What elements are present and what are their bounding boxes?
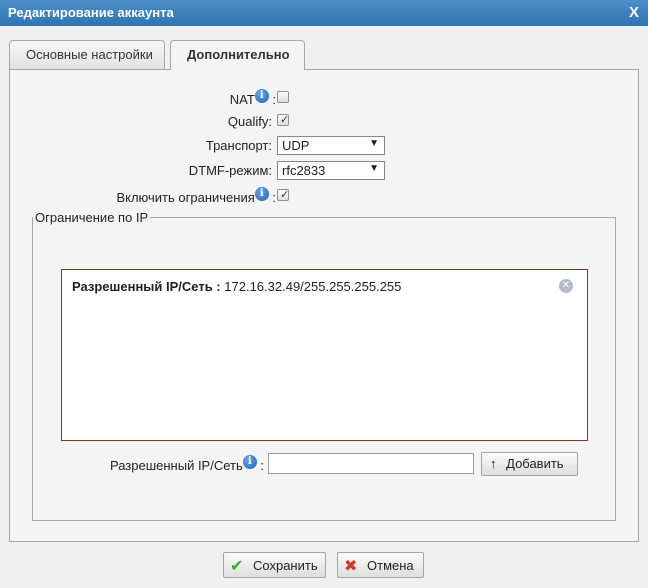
nat-label: NAT xyxy=(229,92,255,107)
info-icon[interactable]: i xyxy=(254,89,269,103)
allowed-ip-list: Разрешенный IP/Сеть : 172.16.32.49/255.2… xyxy=(61,269,588,441)
ip-input-row: Разрешенный IP/Сеть i : xyxy=(109,455,264,473)
add-ip-button[interactable]: ↑ Добавить xyxy=(481,452,578,476)
qualify-checkbox[interactable]: ✓ xyxy=(277,114,289,126)
dialog-title: Редактирование аккаунта xyxy=(8,5,174,20)
close-button[interactable]: X xyxy=(629,4,639,21)
cancel-button[interactable]: ✖ Отмена xyxy=(337,552,424,578)
checkmark-icon: ✓ xyxy=(280,114,290,126)
tab-basic-settings[interactable]: Основные настройки xyxy=(9,40,165,69)
arrow-up-icon: ↑ xyxy=(490,456,497,471)
add-button-label: Добавить xyxy=(506,456,564,471)
dtmf-value: rfc2833 xyxy=(282,163,326,178)
save-button[interactable]: ✔ Сохранить xyxy=(223,552,326,578)
list-item: Разрешенный IP/Сеть : 172.16.32.49/255.2… xyxy=(72,279,401,294)
allowed-ip-entry-label: Разрешенный IP/Сеть : xyxy=(72,279,221,294)
cancel-button-label: Отмена xyxy=(367,558,414,573)
ip-restriction-legend: Ограничение по IP xyxy=(35,210,149,225)
ip-input-label: Разрешенный IP/Сеть xyxy=(109,458,243,473)
transport-row: Транспорт: xyxy=(160,136,272,156)
transport-label: Транспорт: xyxy=(205,138,272,153)
restrict-checkbox[interactable]: ✓ xyxy=(277,189,289,201)
cross-icon: ✖ xyxy=(344,558,358,575)
nat-checkbox[interactable] xyxy=(277,91,289,103)
nat-row: NAT i : xyxy=(229,89,276,107)
tab-panel-advanced: NAT i : Qualify: ✓ Транспорт: UDP ▼ DTMF-… xyxy=(9,69,639,542)
qualify-label: Qualify: xyxy=(227,114,272,129)
restrict-row: Включить ограничения i : xyxy=(116,187,276,205)
allowed-ip-input[interactable] xyxy=(268,453,474,474)
info-icon[interactable]: i xyxy=(254,187,269,201)
restrict-label: Включить ограничения xyxy=(116,190,255,205)
dtmf-select[interactable]: rfc2833 ▼ xyxy=(277,161,385,180)
dropdown-arrow-icon: ▼ xyxy=(369,163,379,174)
transport-select[interactable]: UDP ▼ xyxy=(277,136,385,155)
allowed-ip-entry-value: 172.16.32.49/255.255.255.255 xyxy=(224,279,402,294)
checkmark-icon: ✔ xyxy=(230,558,244,575)
transport-value: UDP xyxy=(282,138,310,153)
qualify-row: Qualify: xyxy=(160,112,272,132)
remove-circle-icon[interactable]: ✕ xyxy=(559,279,573,293)
dialog-titlebar: Редактирование аккаунта X xyxy=(0,0,648,26)
dropdown-arrow-icon: ▼ xyxy=(369,138,379,149)
tab-advanced[interactable]: Дополнительно xyxy=(170,40,305,70)
dtmf-row: DTMF-режим: xyxy=(160,161,272,181)
dtmf-label: DTMF-режим: xyxy=(188,163,272,178)
info-icon[interactable]: i xyxy=(242,455,257,469)
checkmark-icon: ✓ xyxy=(280,189,290,201)
save-button-label: Сохранить xyxy=(253,558,318,573)
